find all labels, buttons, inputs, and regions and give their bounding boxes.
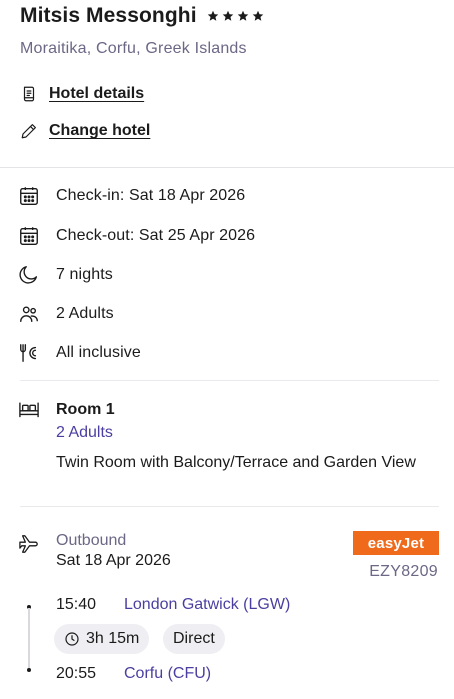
- calendar-icon: [20, 227, 38, 245]
- flight-direction: Outbound: [56, 532, 127, 549]
- guests-text: 2 Adults: [56, 305, 114, 322]
- nights-text: 7 nights: [56, 266, 113, 283]
- section-divider: [0, 167, 454, 168]
- check-out-text: Check-out: Sat 25 Apr 2026: [56, 227, 256, 244]
- moon-icon: [19, 266, 38, 284]
- departure-time: 15:40: [56, 596, 97, 613]
- room-occupancy: 2 Adults: [56, 424, 113, 441]
- bed-icon: [19, 402, 39, 418]
- room-title: Room 1: [56, 401, 115, 418]
- timeline-line: [28, 608, 30, 668]
- duration-text: 3h 15m: [86, 630, 140, 647]
- plane-icon: [19, 535, 38, 553]
- arrival-time: 20:55: [56, 665, 97, 682]
- stops-badge: Direct: [163, 624, 225, 654]
- check-out-row: Check-out: Sat 25 Apr 2026: [18, 225, 255, 247]
- pencil-icon: [21, 124, 36, 139]
- star-rating: [207, 10, 264, 22]
- section-divider: [20, 380, 439, 381]
- flight-number: EZY8209: [369, 563, 438, 580]
- star-icon: [222, 10, 233, 21]
- timeline-dot-arrival: [27, 668, 31, 672]
- guests-row: 2 Adults: [18, 303, 114, 325]
- dining-icon: [20, 344, 37, 362]
- board-text: All inclusive: [56, 344, 141, 361]
- hotel-details-label[interactable]: Hotel details: [49, 85, 144, 103]
- arrival-airport: Corfu (CFU): [124, 665, 212, 682]
- change-hotel-label[interactable]: Change hotel: [49, 122, 150, 140]
- hotel-details-link[interactable]: Hotel details: [20, 85, 144, 103]
- board-row: All inclusive: [18, 342, 141, 364]
- star-icon: [207, 10, 218, 21]
- change-hotel-link[interactable]: Change hotel: [20, 122, 150, 140]
- carrier-logo: easyJet: [353, 531, 439, 555]
- check-in-text: Check-in: Sat 18 Apr 2026: [56, 187, 246, 204]
- departure-airport: London Gatwick (LGW): [124, 596, 291, 613]
- hotel-header: Mitsis Messonghi: [20, 4, 264, 28]
- section-divider: [20, 506, 439, 507]
- check-in-row: Check-in: Sat 18 Apr 2026: [18, 185, 245, 207]
- nights-row: 7 nights: [18, 264, 113, 286]
- people-icon: [20, 306, 38, 323]
- hotel-location: Moraitika, Corfu, Greek Islands: [20, 40, 247, 57]
- document-icon: [23, 86, 35, 102]
- star-icon: [252, 10, 263, 21]
- duration-badge: 3h 15m: [54, 624, 150, 654]
- room-type: Twin Room with Balcony/Terrace and Garde…: [56, 454, 416, 471]
- star-icon: [237, 10, 248, 21]
- flight-date: Sat 18 Apr 2026: [56, 552, 171, 569]
- hotel-name: Mitsis Messonghi: [20, 4, 197, 27]
- clock-icon: [65, 632, 79, 646]
- calendar-icon: [20, 187, 38, 205]
- stops-text: Direct: [173, 630, 215, 647]
